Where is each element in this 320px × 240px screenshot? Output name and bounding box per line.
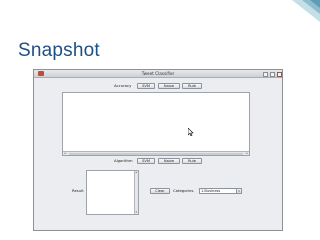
scroll-up-icon[interactable]: ▴ bbox=[136, 171, 138, 174]
accuracy-svm-button[interactable]: SVM bbox=[137, 83, 155, 89]
slide-title: Snapshot bbox=[18, 40, 100, 61]
app-window: Tweet Classifier Accuracy SVM Naive Rule… bbox=[33, 69, 283, 231]
algorithm-naive-button[interactable]: Naive bbox=[158, 158, 180, 164]
scrollbar-thumb[interactable] bbox=[69, 152, 243, 155]
categories-label: Categories bbox=[173, 188, 194, 193]
clear-button[interactable]: Clear bbox=[150, 188, 170, 194]
corner-decoration bbox=[292, 0, 320, 22]
result-text-area[interactable]: ▴ ▾ bbox=[86, 170, 139, 215]
vertical-scrollbar[interactable]: ▴ ▾ bbox=[134, 171, 138, 214]
close-icon[interactable] bbox=[277, 71, 282, 77]
accuracy-naive-button[interactable]: Naive bbox=[158, 83, 180, 89]
categories-selected-value: 1.Business bbox=[201, 189, 221, 193]
algorithm-svm-button[interactable]: SVM bbox=[137, 158, 155, 164]
mouse-cursor-icon bbox=[188, 128, 194, 136]
accuracy-label: Accuracy bbox=[114, 83, 132, 88]
window-title: Tweet Classifier bbox=[141, 71, 175, 76]
algorithm-label: Algorithm bbox=[114, 158, 133, 163]
categories-select[interactable]: 1.Business ▾ bbox=[199, 188, 242, 194]
scroll-right-icon[interactable]: ▸ bbox=[246, 152, 248, 155]
tweet-text-area[interactable]: ◂ ▸ bbox=[62, 92, 250, 156]
chevron-down-icon[interactable]: ▾ bbox=[236, 189, 241, 193]
algorithm-rule-button[interactable]: Rule bbox=[182, 158, 202, 164]
scroll-down-icon[interactable]: ▾ bbox=[136, 211, 138, 214]
window-titlebar[interactable]: Tweet Classifier bbox=[34, 70, 282, 78]
scroll-left-icon[interactable]: ◂ bbox=[64, 152, 66, 155]
accuracy-rule-button[interactable]: Rule bbox=[182, 83, 202, 89]
horizontal-scrollbar[interactable]: ◂ ▸ bbox=[63, 151, 249, 155]
minimize-icon[interactable] bbox=[263, 71, 268, 77]
result-label: Result bbox=[72, 188, 84, 193]
maximize-icon[interactable] bbox=[270, 71, 275, 77]
